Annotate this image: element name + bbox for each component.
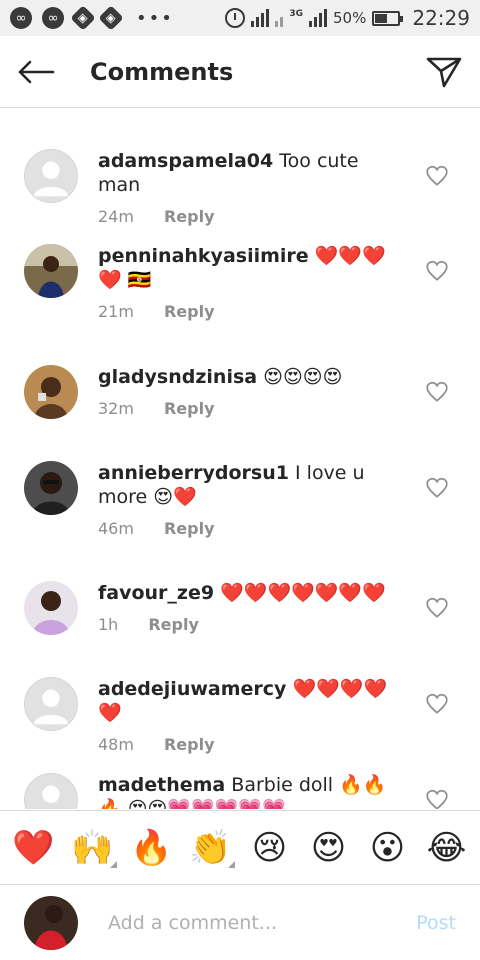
comment-emoji: 😍😍😍😍 xyxy=(263,366,343,388)
comment-username[interactable]: madethema xyxy=(98,774,225,796)
comments-list: adamspamela04 Too cute man 24m Reply pen… xyxy=(0,109,480,809)
default-user-icon xyxy=(42,785,60,803)
emoji-crying-button[interactable]: 😢 xyxy=(242,820,298,876)
avatar[interactable] xyxy=(24,461,78,515)
emoji-fire-button[interactable]: 🔥 xyxy=(124,820,180,876)
alarm-icon xyxy=(225,8,246,28)
back-button[interactable] xyxy=(0,36,72,108)
emoji-surprised-button[interactable]: 😮 xyxy=(360,820,416,876)
like-heart-icon[interactable] xyxy=(424,163,450,189)
app-notification-icon: ◈ xyxy=(98,5,124,31)
user-photo xyxy=(24,244,78,298)
like-heart-icon[interactable] xyxy=(424,691,450,717)
comment-time: 32m xyxy=(98,399,134,418)
reply-button[interactable]: Reply xyxy=(164,302,215,321)
emoji-heart-button[interactable]: ❤️ xyxy=(6,820,62,876)
battery-icon xyxy=(372,10,404,26)
reply-button[interactable]: Reply xyxy=(164,399,215,418)
like-heart-icon[interactable] xyxy=(424,787,450,809)
comment-text: adedejiuwamercy ❤️❤️❤️❤️❤️ xyxy=(98,677,398,725)
comment-time: 24m xyxy=(98,207,134,226)
comment-time: 1h xyxy=(98,615,119,634)
comment-composer: Post xyxy=(0,884,480,960)
comment-text: penninahkyasiimire ❤️❤️❤️❤️ 🇺🇬 xyxy=(98,244,398,292)
network-type: 3G xyxy=(289,9,304,19)
comment-time: 46m xyxy=(98,519,134,538)
emoji-clap-button[interactable]: 👏 xyxy=(183,820,239,876)
comment-username[interactable]: favour_ze9 xyxy=(98,582,214,604)
app-notification-icon: ∞ xyxy=(42,7,64,29)
comment-emoji: ❤️❤️❤️❤️❤️❤️❤️ xyxy=(220,582,386,604)
comment-username[interactable]: adedejiuwamercy xyxy=(98,678,286,700)
comment-text: annieberrydorsu1 I love u more 😍❤️ xyxy=(98,461,398,509)
comment-input[interactable] xyxy=(108,911,398,934)
emoji-laughing-button[interactable]: 😂 xyxy=(419,820,475,876)
user-photo xyxy=(24,895,78,950)
comment-text: adamspamela04 Too cute man xyxy=(98,149,398,197)
reply-button[interactable]: Reply xyxy=(164,207,215,226)
app-notification-icon: ∞ xyxy=(10,7,32,29)
app-notification-icon: ◈ xyxy=(70,5,96,31)
signal-icon xyxy=(309,9,328,27)
user-photo xyxy=(24,365,78,419)
comment-username[interactable]: annieberrydorsu1 xyxy=(98,462,289,484)
like-heart-icon[interactable] xyxy=(424,595,450,621)
comment-text: madethema Barbie doll 🔥🔥🔥 😍😍💗💗💗💗💗 xyxy=(98,773,398,809)
comments-header: Comments xyxy=(0,36,480,108)
my-avatar xyxy=(24,895,78,950)
reply-button[interactable]: Reply xyxy=(148,615,199,634)
comment-username[interactable]: adamspamela04 xyxy=(98,150,273,172)
reply-button[interactable]: Reply xyxy=(164,519,215,538)
share-button[interactable] xyxy=(408,36,480,108)
signal-icon xyxy=(275,9,284,27)
back-arrow-icon xyxy=(18,60,55,83)
comment-emoji: 😍❤️ xyxy=(153,486,197,508)
comment-username[interactable]: gladysndzinisa xyxy=(98,366,257,388)
emoji-quick-bar: ❤️ 🙌 🔥 👏 😢 😍 😮 😂 xyxy=(0,810,480,884)
like-heart-icon[interactable] xyxy=(424,379,450,405)
default-user-icon xyxy=(33,689,69,725)
comment-message: Barbie doll xyxy=(231,774,334,796)
reply-button[interactable]: Reply xyxy=(164,735,215,754)
emoji-heart-eyes-button[interactable]: 😍 xyxy=(301,820,357,876)
avatar[interactable] xyxy=(24,773,78,809)
user-photo xyxy=(24,581,78,635)
like-heart-icon[interactable] xyxy=(424,475,450,501)
comment-time: 48m xyxy=(98,735,134,754)
avatar[interactable] xyxy=(24,365,78,419)
comment-text: gladysndzinisa 😍😍😍😍 xyxy=(98,365,398,389)
comment-time: 21m xyxy=(98,302,134,321)
comment-text: favour_ze9 ❤️❤️❤️❤️❤️❤️❤️ xyxy=(98,581,398,605)
comment-username[interactable]: penninahkyasiimire xyxy=(98,245,309,267)
avatar[interactable] xyxy=(24,244,78,298)
more-notifications-icon: ••• xyxy=(136,7,174,29)
page-title: Comments xyxy=(90,57,234,86)
paper-plane-icon xyxy=(426,57,462,87)
battery-percent: 50% xyxy=(333,9,367,27)
post-button[interactable]: Post xyxy=(416,912,456,934)
avatar[interactable] xyxy=(24,581,78,635)
user-photo xyxy=(24,461,78,515)
clock: 22:29 xyxy=(412,6,470,30)
avatar[interactable] xyxy=(24,149,78,203)
status-bar: ∞ ∞ ◈ ◈ ••• 3G 50% 22:29 xyxy=(0,0,480,36)
avatar[interactable] xyxy=(24,677,78,731)
emoji-raised-hands-button[interactable]: 🙌 xyxy=(65,820,121,876)
signal-icon xyxy=(251,9,270,27)
default-user-icon xyxy=(33,161,69,197)
like-heart-icon[interactable] xyxy=(424,258,450,284)
notification-icons: ∞ ∞ ◈ ◈ ••• xyxy=(10,5,174,31)
